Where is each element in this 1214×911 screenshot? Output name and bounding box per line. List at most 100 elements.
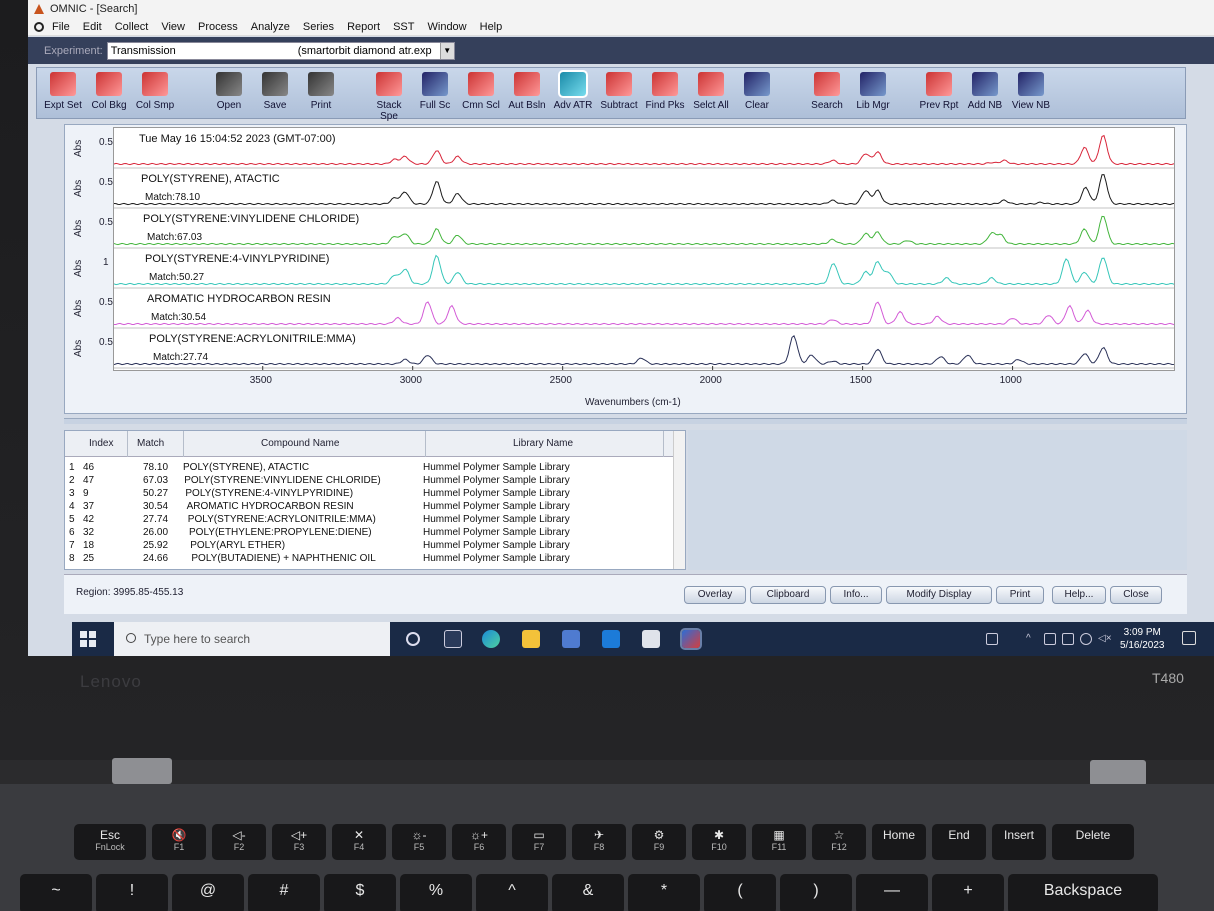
toolbar-auto-baseline-button[interactable]: Aut Bsln: [505, 72, 549, 111]
key-num-2[interactable]: @: [172, 874, 244, 911]
key-num-7[interactable]: &: [552, 874, 624, 911]
key-f11[interactable]: ▦ F11: [752, 824, 806, 860]
chevron-up-icon[interactable]: ^: [1026, 633, 1038, 645]
key-f10[interactable]: ✱ F10: [692, 824, 746, 860]
omnic-task-icon[interactable]: [680, 628, 702, 650]
key-f3[interactable]: ◁+ F3: [272, 824, 326, 860]
print-button[interactable]: Print: [996, 586, 1044, 604]
table-row[interactable]: 1 46 78.10 POLY(STYRENE), ATACTIC Hummel Pol…: [65, 462, 673, 475]
keyboard-tray-icon[interactable]: [986, 633, 998, 645]
clipboard-button[interactable]: Clipboard: [750, 586, 826, 604]
table-row[interactable]: 6 32 26.00 POLY(ETHYLENE:PROPYLENE:DIENE) Hu…: [65, 527, 673, 540]
toolbar-view-notebook-button[interactable]: View NB: [1009, 72, 1053, 111]
toolbar-full-scale-button[interactable]: Full Sc: [413, 72, 457, 111]
key-f7[interactable]: ▭ F7: [512, 824, 566, 860]
key-fnlock[interactable]: Esc FnLock: [74, 824, 146, 860]
key-f9[interactable]: ⚙ F9: [632, 824, 686, 860]
menu-process[interactable]: Process: [198, 21, 238, 33]
table-row[interactable]: 8 25 24.66 POLY(BUTADIENE) + NAPHTHENIC OIL…: [65, 553, 673, 566]
toolbar-collect-sample-button[interactable]: Col Smp: [133, 72, 177, 111]
key-num-10[interactable]: ): [780, 874, 852, 911]
chevron-down-icon[interactable]: ▼: [439, 42, 454, 59]
globe-network-icon[interactable]: [1080, 633, 1092, 645]
table-row[interactable]: 3 9 50.27 POLY(STYRENE:4-VINYLPYRIDINE) Humm…: [65, 488, 673, 501]
menu-analyze[interactable]: Analyze: [251, 21, 290, 33]
menu-series[interactable]: Series: [303, 21, 334, 33]
toolbar-find-peaks-button[interactable]: Find Pks: [643, 72, 687, 111]
windows-start-icon[interactable]: [80, 631, 96, 647]
key-f2[interactable]: ◁- F2: [212, 824, 266, 860]
notification-icon[interactable]: [1182, 631, 1196, 645]
experiment-select[interactable]: Transmission (smartorbit diamond atr.exp…: [106, 41, 455, 60]
menu-view[interactable]: View: [161, 21, 185, 33]
col-library[interactable]: Library Name: [513, 438, 573, 449]
key-f8[interactable]: ✈ F8: [572, 824, 626, 860]
key-num-8[interactable]: *: [628, 874, 700, 911]
key-backspace[interactable]: Backspace: [1008, 874, 1158, 911]
mail-icon[interactable]: [602, 630, 620, 648]
taskbar-search-input[interactable]: Type here to search: [114, 622, 390, 656]
key-end[interactable]: End: [932, 824, 986, 860]
toolbar-add-notebook-button[interactable]: Add NB: [963, 72, 1007, 111]
key-num-9[interactable]: (: [704, 874, 776, 911]
toolbar-expt-set-button[interactable]: Expt Set: [41, 72, 85, 111]
edge-browser-icon[interactable]: [482, 630, 500, 648]
key-num-3[interactable]: #: [248, 874, 320, 911]
key-num-11[interactable]: —: [856, 874, 928, 911]
file-explorer-icon[interactable]: [522, 630, 540, 648]
toolbar-subtract-button[interactable]: Subtract: [597, 72, 641, 111]
menu-collect[interactable]: Collect: [115, 21, 149, 33]
toolbar-stack-spectra-button[interactable]: Stack Spe: [367, 72, 411, 122]
help-button[interactable]: Help...: [1052, 586, 1106, 604]
toolbar-select-all-button[interactable]: Selct All: [689, 72, 733, 111]
menu-help[interactable]: Help: [480, 21, 503, 33]
key-f4[interactable]: ✕ F4: [332, 824, 386, 860]
table-scrollbar[interactable]: [673, 431, 685, 569]
toolbar-preview-report-button[interactable]: Prev Rpt: [917, 72, 961, 111]
splitter[interactable]: [64, 418, 1187, 424]
key-f1[interactable]: 🔇 F1: [152, 824, 206, 860]
key-num-12[interactable]: +: [932, 874, 1004, 911]
table-row[interactable]: 2 47 67.03 POLY(STYRENE:VINYLIDENE CHLORIDE…: [65, 475, 673, 488]
toolbar-common-scale-button[interactable]: Cmn Scl: [459, 72, 503, 111]
key-num-6[interactable]: ^: [476, 874, 548, 911]
key-home[interactable]: Home: [872, 824, 926, 860]
key-num-5[interactable]: %: [400, 874, 472, 911]
cortana-icon[interactable]: [406, 632, 420, 646]
task-view-icon[interactable]: [444, 630, 462, 648]
usb-icon[interactable]: [1062, 633, 1074, 645]
search-magnifier-icon[interactable]: [34, 21, 44, 32]
key-delete[interactable]: Delete: [1052, 824, 1134, 860]
overlay-button[interactable]: Overlay: [684, 586, 746, 604]
col-match[interactable]: Match: [137, 438, 164, 449]
store-icon[interactable]: [562, 630, 580, 648]
key-insert[interactable]: Insert: [992, 824, 1046, 860]
col-compound[interactable]: Compound Name: [261, 438, 339, 449]
info-button[interactable]: Info...: [830, 586, 882, 604]
table-row[interactable]: 4 37 30.54 AROMATIC HYDROCARBON RESIN Hummel…: [65, 501, 673, 514]
volume-muted-icon[interactable]: ◁×: [1098, 633, 1112, 645]
key-f5[interactable]: ☼- F5: [392, 824, 446, 860]
table-row[interactable]: 5 42 27.74 POLY(STYRENE:ACRYLONITRILE:MMA) H…: [65, 514, 673, 527]
menu-file[interactable]: File: [52, 21, 70, 33]
toolbar-print-button[interactable]: Print: [299, 72, 343, 111]
key-f6[interactable]: ☼+ F6: [452, 824, 506, 860]
toolbar-advanced-atr-button[interactable]: Adv ATR: [551, 70, 595, 111]
toolbar-library-manager-button[interactable]: Lib Mgr: [851, 72, 895, 111]
close-button[interactable]: Close: [1110, 586, 1162, 604]
menu-window[interactable]: Window: [428, 21, 467, 33]
col-index[interactable]: Index: [89, 438, 113, 449]
toolbar-search-button[interactable]: Search: [805, 72, 849, 111]
battery-icon[interactable]: [1044, 633, 1056, 645]
menu-report[interactable]: Report: [347, 21, 380, 33]
toolbar-clear-button[interactable]: Clear: [735, 72, 779, 111]
toolbar-open-button[interactable]: Open: [207, 72, 251, 111]
toolbar-save-button[interactable]: Save: [253, 72, 297, 111]
modify-display-button[interactable]: Modify Display: [886, 586, 992, 604]
calculator-icon[interactable]: [642, 630, 660, 648]
menu-edit[interactable]: Edit: [83, 21, 102, 33]
menu-sst[interactable]: SST: [393, 21, 414, 33]
clock[interactable]: 3:09 PM 5/16/2023: [1120, 626, 1165, 652]
key-num-1[interactable]: !: [96, 874, 168, 911]
key-f12[interactable]: ☆ F12: [812, 824, 866, 860]
